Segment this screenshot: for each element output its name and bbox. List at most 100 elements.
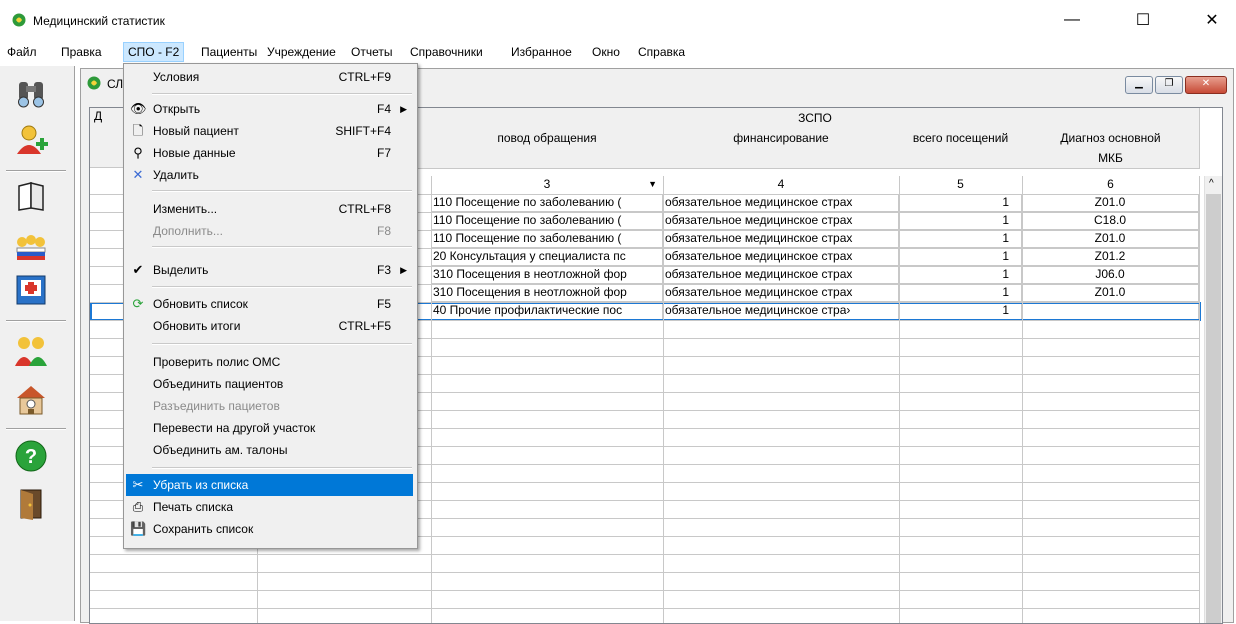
menu-item-merge-patients[interactable]: Объединить пациентов: [126, 373, 413, 395]
add-patient-icon[interactable]: [13, 122, 49, 158]
binoculars-small-icon: ⚲: [133, 145, 143, 160]
scroll-thumb[interactable]: [1206, 194, 1221, 623]
left-toolbar: ?: [0, 66, 75, 621]
toolbar-separator: [6, 428, 66, 430]
cell-mkb: Z01.0: [1022, 284, 1199, 302]
menu-item-refresh-list[interactable]: ⟳ Обновить список F5: [126, 293, 413, 315]
menu-separator: [152, 246, 412, 248]
menu-item-save-list[interactable]: 💾 Сохранить список: [126, 518, 413, 540]
menu-item-refresh-totals[interactable]: Обновить итоги CTRL+F5: [126, 315, 413, 337]
close-button[interactable]: ✕: [1189, 0, 1235, 40]
scroll-up-icon[interactable]: ^: [1209, 178, 1214, 189]
binoculars-icon[interactable]: [13, 76, 49, 112]
menu-window[interactable]: Окно: [588, 43, 624, 61]
menu-item-new-patient[interactable]: 🗋 Новый пациент SHIFT+F4: [126, 120, 413, 142]
child-window-icon: [87, 76, 101, 90]
cell-financing: обязательное медицинское страх: [663, 230, 899, 248]
cell-mkb: C18.0: [1022, 212, 1199, 230]
header-mkb: МКБ: [1022, 148, 1200, 169]
menu-file[interactable]: Файл: [3, 43, 41, 61]
grid-hline: [90, 572, 1200, 573]
svg-text:?: ?: [25, 446, 37, 468]
menu-separator: [152, 93, 412, 95]
child-minimize-button[interactable]: ▁: [1125, 76, 1153, 94]
vertical-scrollbar[interactable]: ^: [1204, 176, 1222, 623]
grid-vline: [663, 194, 664, 623]
menu-item-remove-from-list[interactable]: ✂ Убрать из списка: [126, 474, 413, 496]
cell-mkb: J06.0: [1022, 266, 1199, 284]
menu-item-supplement[interactable]: Дополнить... F8: [126, 220, 413, 242]
cell-visits: 1: [899, 248, 1022, 266]
menu-separator: [152, 467, 412, 469]
cell-mkb: Z01.0: [1022, 194, 1199, 212]
cell-visits: 1: [899, 266, 1022, 284]
cell-financing: обязательное медицинское страх: [663, 194, 899, 212]
remove-scissors-icon: ✂: [132, 477, 144, 492]
cell-visits: 1: [899, 212, 1022, 230]
help-icon[interactable]: ?: [13, 438, 49, 474]
hospital-building-icon[interactable]: [13, 382, 49, 418]
menu-separator: [152, 343, 412, 345]
menu-item-transfer-area[interactable]: Перевести на другой участок: [126, 417, 413, 439]
menu-item-open[interactable]: 👁 Открыть F4 ▶: [126, 98, 413, 120]
grid-hline: [90, 554, 1200, 555]
menu-favorites[interactable]: Избранное: [507, 43, 576, 61]
spo-dropdown-menu: Условия CTRL+F9 👁 Открыть F4 ▶ 🗋 Новый паци…: [123, 63, 418, 549]
menu-edit[interactable]: Правка: [57, 43, 106, 61]
grid-hline: [90, 590, 1200, 591]
grid-vline: [431, 194, 432, 623]
menu-item-delete[interactable]: ✕ Удалить: [126, 164, 413, 186]
grid-vline: [1199, 194, 1200, 623]
child-restore-button[interactable]: ❐: [1155, 76, 1183, 94]
toolbar-separator: [6, 320, 66, 322]
cell-visits: 1: [899, 230, 1022, 248]
menu-item-check-policy[interactable]: Проверить полис ОМС: [126, 351, 413, 373]
medical-card-icon[interactable]: [13, 272, 49, 308]
menu-item-merge-tickets[interactable]: Объединить ам. талоны: [126, 439, 413, 461]
cell-financing: обязательное медицинское страх: [663, 248, 899, 266]
app-title: Медицинский статистик: [33, 14, 165, 28]
save-disk-icon: 💾: [130, 521, 147, 536]
cell-mkb: Z01.0: [1022, 230, 1199, 248]
title-bar: Медицинский статистик — ☐ ✕: [0, 0, 1236, 40]
minimize-button[interactable]: —: [1049, 0, 1095, 40]
menu-item-print-list[interactable]: ⎙ Печать списка: [126, 496, 413, 518]
menu-help[interactable]: Справка: [634, 43, 689, 61]
menu-item-new-data[interactable]: ⚲ Новые данные F7: [126, 142, 413, 164]
child-close-button[interactable]: ✕: [1185, 76, 1227, 94]
checkmark-icon: ✔: [132, 262, 144, 277]
book-icon[interactable]: [13, 178, 49, 214]
cell-reason: 110 Посещение по заболеванию (: [431, 194, 663, 212]
cell-financing: обязательное медицинское страх: [663, 212, 899, 230]
header-reason: повод обращения: [431, 128, 664, 169]
refresh-icon: ⟳: [132, 296, 144, 311]
colnum-6: 6: [1022, 176, 1200, 195]
cell-visits: 1: [899, 284, 1022, 302]
doctors-icon[interactable]: [13, 332, 49, 368]
cell-reason: 310 Посещения в неотложной фор: [431, 266, 663, 284]
menu-item-split-patients[interactable]: Разъединить пациетов: [126, 395, 413, 417]
menu-spo[interactable]: СПО - F2: [123, 42, 185, 62]
menu-item-edit[interactable]: Изменить... CTRL+F8: [126, 198, 413, 220]
cell-mkb: Z01.2: [1022, 248, 1199, 266]
grid-vline: [899, 194, 900, 623]
exit-door-icon[interactable]: [13, 486, 49, 522]
maximize-button[interactable]: ☐: [1120, 0, 1166, 40]
menu-item-select[interactable]: ✔ Выделить F3 ▶: [126, 259, 413, 281]
menu-reports[interactable]: Отчеты: [347, 43, 396, 61]
colnum-4: 4: [663, 176, 900, 195]
cell-reason: 310 Посещения в неотложной фор: [431, 284, 663, 302]
header-visits: всего посещений: [899, 128, 1023, 169]
menu-patients[interactable]: Пациенты: [197, 43, 261, 61]
toolbar-separator: [6, 170, 66, 172]
menu-references[interactable]: Справочники: [406, 43, 487, 61]
printer-icon: ⎙: [132, 499, 144, 514]
menu-item-conditions[interactable]: Условия CTRL+F9: [126, 66, 413, 88]
group-people-icon[interactable]: [13, 228, 49, 264]
child-window-caption: СЛ: [107, 77, 124, 91]
colnum-3: 3 ▼: [431, 176, 664, 195]
menu-bar: Файл Правка СПО - F2 Пациенты Учреждение…: [0, 40, 1236, 62]
cell-financing: обязательное медицинское страх: [663, 284, 899, 302]
menu-institution[interactable]: Учреждение: [263, 43, 340, 61]
open-eye-icon: 👁: [130, 101, 147, 116]
